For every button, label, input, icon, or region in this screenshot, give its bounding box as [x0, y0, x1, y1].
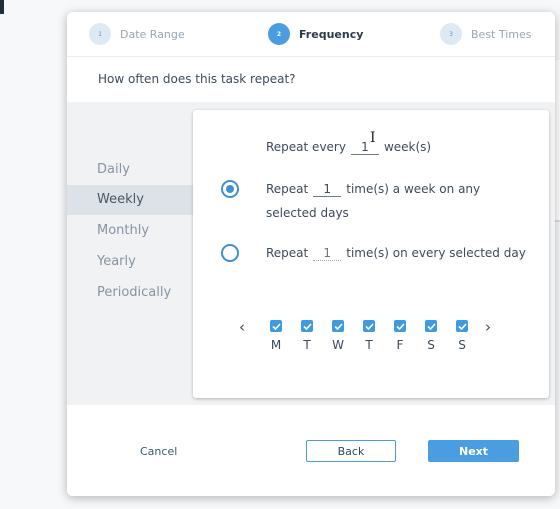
- checkbox-checked-icon[interactable]: [270, 320, 282, 332]
- option-a-input[interactable]: [313, 182, 342, 197]
- back-button[interactable]: Back: [306, 440, 396, 462]
- step-date-range[interactable]: 1 Date Range: [89, 22, 185, 46]
- option-a-line1: Repeat time(s) a week on any: [266, 182, 480, 197]
- day-wednesday[interactable]: W: [330, 320, 346, 352]
- checkbox-checked-icon[interactable]: [301, 320, 313, 332]
- content-area: Daily Weekly Monthly Yearly Periodically…: [67, 102, 555, 405]
- step-number: 3: [440, 23, 462, 45]
- day-label: F: [396, 338, 404, 352]
- option-a-suffix-line2: selected days: [266, 206, 349, 220]
- option-a-suffix-line1: time(s) a week on any: [346, 182, 481, 196]
- option-a-radio[interactable]: [221, 180, 239, 198]
- option-a-prefix: Repeat: [266, 182, 309, 196]
- day-sunday[interactable]: S: [454, 320, 470, 352]
- step-best-times[interactable]: 3 Best Times: [440, 22, 532, 46]
- day-saturday[interactable]: S: [423, 320, 439, 352]
- dialog-footer: Cancel Back Next: [67, 405, 555, 496]
- next-button[interactable]: Next: [428, 440, 519, 462]
- option-b-row: Repeat time(s) on every selected day: [266, 246, 526, 261]
- repeat-every-row: Repeat every week(s): [266, 140, 431, 155]
- checkbox-checked-icon[interactable]: [332, 320, 344, 332]
- step-label: Best Times: [471, 27, 532, 41]
- repeat-every-suffix: week(s): [383, 140, 432, 154]
- radio-selected-dot: [226, 185, 234, 193]
- day-thursday[interactable]: T: [361, 320, 377, 352]
- repeat-every-prefix: Repeat every: [266, 140, 346, 154]
- day-label: T: [365, 338, 373, 352]
- day-label: M: [270, 338, 282, 352]
- frequency-dialog: 1 Date Range 2 Frequency 3 Best Times Ho…: [67, 12, 555, 496]
- weekly-settings-panel: Repeat every week(s) I Repeat time(s) a we…: [193, 110, 549, 398]
- checkbox-checked-icon[interactable]: [394, 320, 406, 332]
- option-b-radio[interactable]: [221, 244, 239, 262]
- wizard-stepper: 1 Date Range 2 Frequency 3 Best Times: [67, 12, 555, 57]
- chevron-right-icon[interactable]: ›: [485, 318, 491, 336]
- frequency-option-periodically[interactable]: Periodically: [67, 278, 193, 308]
- frequency-option-monthly[interactable]: Monthly: [67, 216, 193, 246]
- option-b-prefix: Repeat: [266, 246, 309, 260]
- checkbox-checked-icon[interactable]: [363, 320, 375, 332]
- step-label: Frequency: [299, 27, 364, 41]
- checkbox-checked-icon[interactable]: [456, 320, 468, 332]
- text-cursor-icon: I: [370, 130, 376, 146]
- frequency-option-yearly[interactable]: Yearly: [67, 247, 193, 277]
- day-label: S: [458, 338, 466, 352]
- background-window-edge: [0, 0, 4, 14]
- checkbox-checked-icon[interactable]: [425, 320, 437, 332]
- day-friday[interactable]: F: [392, 320, 408, 352]
- step-number: 2: [268, 23, 290, 45]
- chevron-left-icon[interactable]: ‹: [239, 318, 245, 336]
- frequency-option-daily[interactable]: Daily: [67, 155, 193, 185]
- option-b-input[interactable]: [313, 246, 342, 261]
- question-text: How often does this task repeat?: [98, 72, 296, 86]
- cancel-button[interactable]: Cancel: [140, 445, 177, 458]
- step-number: 1: [89, 23, 111, 45]
- option-b-suffix: time(s) on every selected day: [346, 246, 526, 260]
- step-frequency[interactable]: 2 Frequency: [268, 22, 363, 46]
- day-label: T: [303, 338, 311, 352]
- step-label: Date Range: [120, 27, 185, 41]
- frequency-list: Daily Weekly Monthly Yearly Periodically: [67, 102, 193, 405]
- day-tuesday[interactable]: T: [299, 320, 315, 352]
- frequency-option-weekly[interactable]: Weekly: [67, 185, 193, 215]
- day-monday[interactable]: M: [268, 320, 284, 352]
- day-label: W: [332, 338, 344, 352]
- day-label: S: [427, 338, 435, 352]
